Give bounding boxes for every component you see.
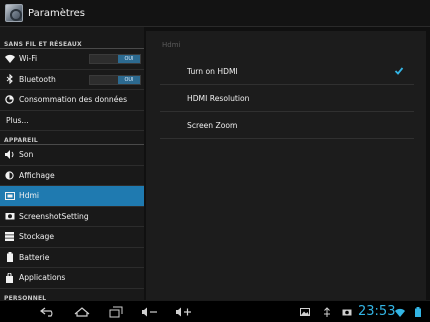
bluetooth-toggle[interactable]: OUI [89, 74, 141, 85]
bluetooth-toggle-state: OUI [118, 75, 140, 84]
applications-icon [4, 272, 15, 283]
battery-icon [4, 252, 15, 263]
sidebar-item-label: Son [19, 150, 34, 160]
status-clock: 23:53 [358, 304, 396, 319]
sidebar-item-wifi[interactable]: Wi-Fi OUI [0, 49, 144, 70]
recent-apps-icon[interactable] [106, 304, 126, 320]
settings-sidebar: SANS FIL ET RÉSEAUX Wi-Fi OUI Bluetooth … [0, 27, 144, 300]
option-hdmi-resolution[interactable]: HDMI Resolution [160, 85, 414, 112]
section-title: Hdmi [162, 41, 181, 49]
option-label: Screen Zoom [187, 120, 238, 130]
battery-status-icon [413, 306, 423, 318]
sidebar-item-more[interactable]: Plus... [0, 111, 144, 131]
sidebar-item-label: Bluetooth [19, 74, 56, 84]
screenshot-icon [4, 211, 15, 222]
sidebar-item-label: Affichage [19, 170, 55, 180]
sidebar-item-label: Consommation des données [19, 95, 128, 105]
action-bar: Paramètres [0, 0, 430, 27]
sound-icon [4, 149, 15, 160]
sidebar-item-label: Plus... [6, 115, 29, 125]
volume-down-icon[interactable] [140, 304, 160, 320]
settings-app-icon[interactable] [5, 4, 23, 22]
sidebar-item-storage[interactable]: Stockage [0, 227, 144, 248]
wifi-toggle[interactable]: OUI [89, 54, 141, 64]
sidebar-item-label: Wi-Fi [19, 54, 38, 64]
detail-panel: Hdmi Turn on HDMI HDMI Resolution Screen… [146, 31, 426, 300]
option-screen-zoom[interactable]: Screen Zoom [160, 112, 414, 139]
wifi-icon [4, 53, 15, 64]
image-icon [300, 306, 310, 318]
checkmark-icon[interactable] [394, 66, 404, 76]
camera-icon [342, 306, 352, 318]
sidebar-item-data-usage[interactable]: Consommation des données [0, 90, 144, 111]
storage-icon [4, 231, 15, 242]
sidebar-item-screenshot[interactable]: ScreenshotSetting [0, 207, 144, 227]
home-icon[interactable] [72, 304, 92, 320]
bluetooth-icon [4, 74, 15, 85]
sidebar-item-label: Applications [19, 273, 66, 283]
sidebar-item-label: ScreenshotSetting [19, 211, 89, 221]
sidebar-item-label: Batterie [19, 252, 50, 262]
sidebar-item-label: Hdmi [19, 191, 40, 201]
data-usage-icon [4, 94, 15, 105]
option-label: Turn on HDMI [187, 66, 238, 76]
sidebar-item-display[interactable]: Affichage [0, 166, 144, 186]
display-icon [4, 170, 15, 181]
app-title: Paramètres [28, 7, 86, 19]
sidebar-item-bluetooth[interactable]: Bluetooth OUI [0, 70, 144, 90]
wifi-toggle-state: OUI [118, 55, 140, 63]
sidebar-item-battery[interactable]: Batterie [0, 248, 144, 268]
sidebar-item-label: Stockage [19, 232, 55, 242]
category-header-device: APPAREIL [0, 131, 144, 145]
navigation-bar: 23:53 [0, 300, 430, 322]
hdmi-icon [4, 190, 15, 201]
option-label: HDMI Resolution [187, 93, 250, 103]
option-turn-on-hdmi[interactable]: Turn on HDMI [160, 58, 414, 85]
detail-pane: Hdmi Turn on HDMI HDMI Resolution Screen… [144, 27, 430, 300]
volume-up-icon[interactable] [174, 304, 194, 320]
wifi-signal-icon [395, 306, 405, 318]
sidebar-item-applications[interactable]: Applications [0, 268, 144, 289]
usb-icon [322, 306, 332, 318]
category-header-personal: PERSONNEL [0, 289, 144, 301]
sidebar-item-sound[interactable]: Son [0, 145, 144, 166]
sidebar-item-hdmi[interactable]: Hdmi [0, 186, 144, 207]
category-header-wireless: SANS FIL ET RÉSEAUX [0, 27, 144, 49]
back-icon[interactable] [38, 304, 58, 320]
